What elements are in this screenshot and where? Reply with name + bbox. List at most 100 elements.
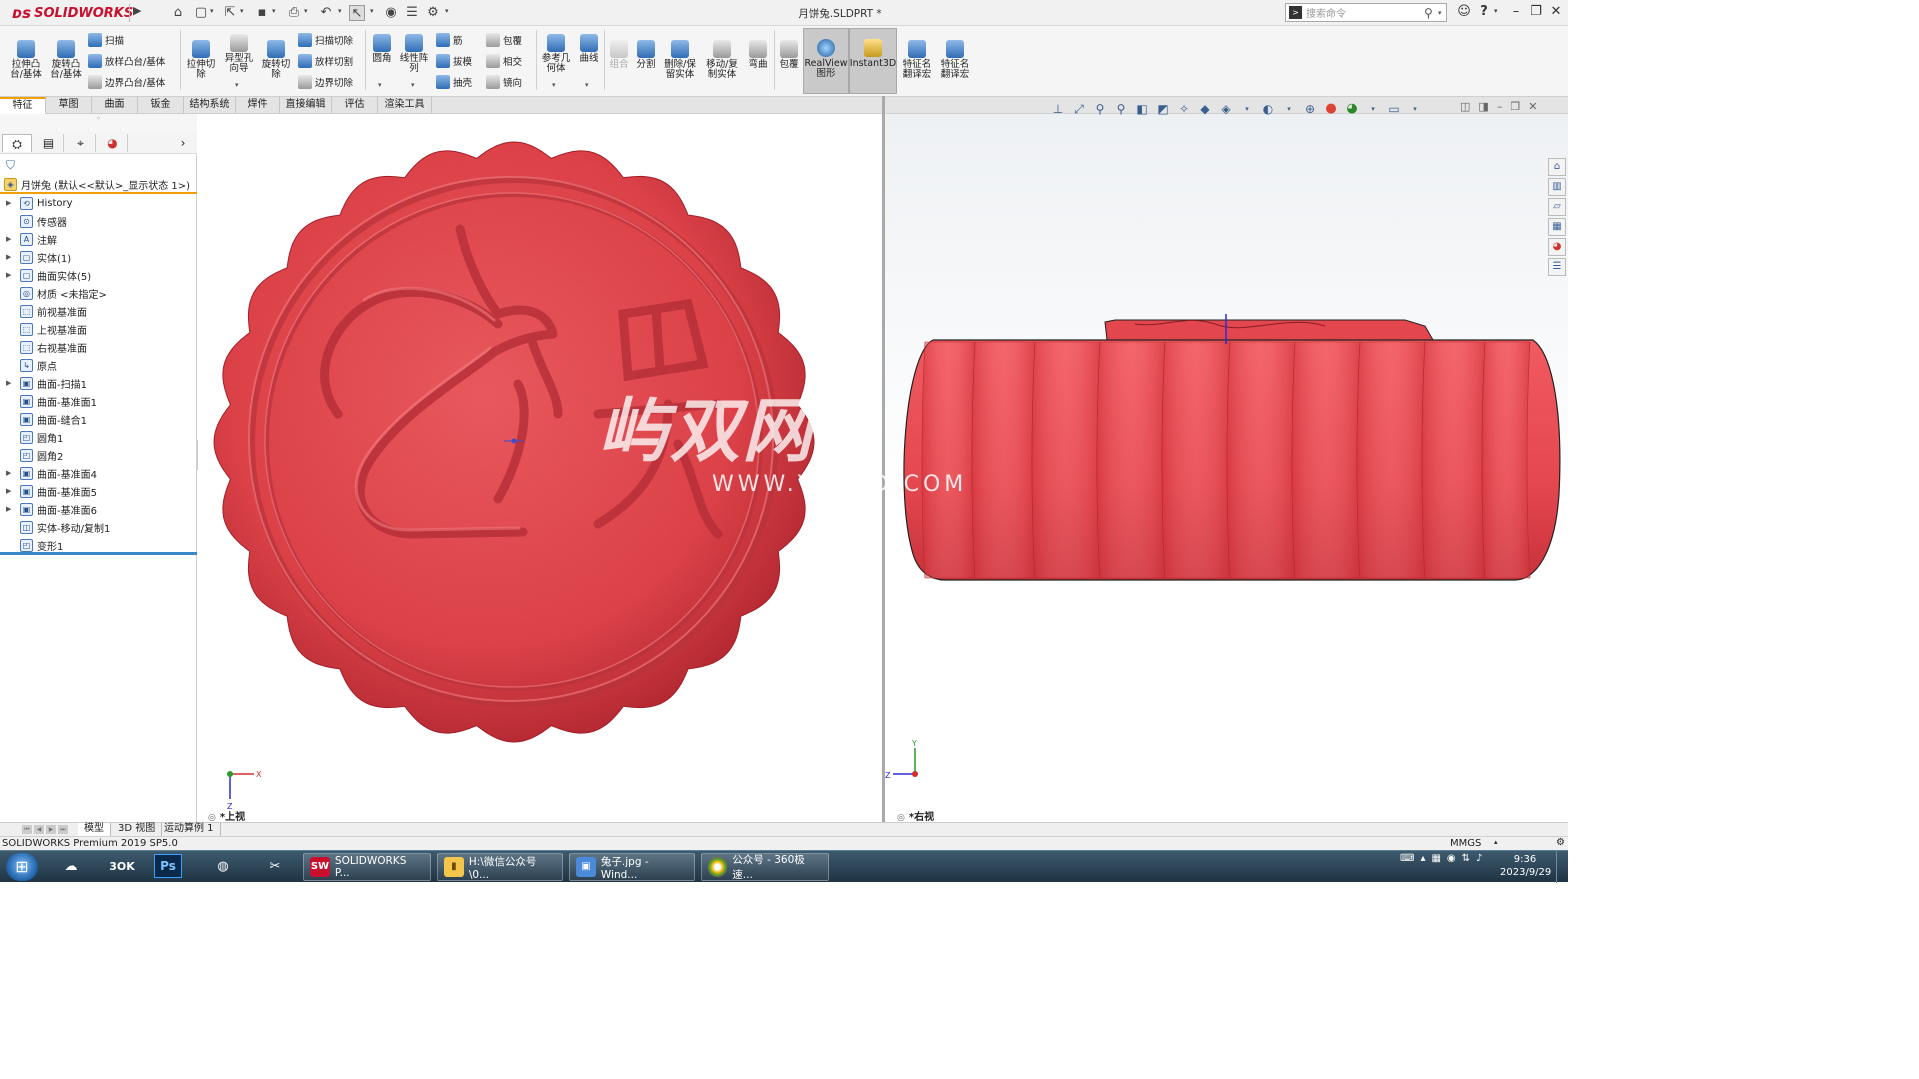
intersect-button[interactable]: 相交 <box>486 54 522 68</box>
boundary-boss-button[interactable]: 边界凸台/基体 <box>88 75 165 89</box>
task-browser[interactable]: 公众号 - 360极速... <box>701 853 829 881</box>
tree-item[interactable]: ◰ 圆角2 <box>0 446 197 464</box>
view-palette-icon[interactable]: ▦ <box>1548 218 1566 236</box>
first-tab-icon[interactable]: ⏮ <box>22 825 32 834</box>
tray-app-2-icon[interactable]: ◉ <box>1447 853 1456 864</box>
sweep-button[interactable]: 扫描 <box>88 33 124 47</box>
tree-item[interactable]: ◎ 材质 <未指定> <box>0 284 197 302</box>
display-style-icon[interactable]: ◆ <box>1197 101 1213 117</box>
pinned-snipping-tool-icon[interactable]: ✂ <box>256 854 294 880</box>
tree-item[interactable]: ▶ ▣ 曲面-基准面5 <box>0 482 197 500</box>
tree-expand-arrow-icon[interactable]: ▶ <box>6 235 14 243</box>
tree-item[interactable]: ▶ ▢ 曲面实体(5) <box>0 266 197 284</box>
split-button[interactable]: 分割 <box>633 40 659 70</box>
wrap-button[interactable]: 包覆 <box>486 33 522 47</box>
open-dropdown-icon[interactable]: ▾ <box>240 7 244 15</box>
feature-name-macro-button-2[interactable]: 特征名 翻译宏 <box>937 40 973 80</box>
realview-button[interactable]: RealView 图形 <box>803 28 849 94</box>
combine-button[interactable]: 组合 <box>606 40 632 70</box>
unit-system[interactable]: MMGS <box>1450 838 1481 849</box>
solidworks-resources-icon[interactable]: ⌂ <box>1548 158 1566 176</box>
tree-item[interactable]: ⊙ 传感器 <box>0 212 197 230</box>
save-icon[interactable]: ▪ <box>254 5 270 21</box>
start-button-icon[interactable]: ⊞ <box>6 853 38 881</box>
lofted-cut-button[interactable]: 放样切割 <box>298 54 353 68</box>
swept-cut-button[interactable]: 扫描切除 <box>298 33 353 47</box>
panel-grip-icon[interactable]: ◦ <box>0 114 197 132</box>
tab-render-tools[interactable]: 渲染工具 <box>378 97 432 114</box>
filter-icon[interactable]: ⛉ <box>6 158 15 173</box>
revolve-cut-button[interactable]: 旋转切 除 <box>259 40 293 80</box>
prev-tab-icon[interactable]: ◀ <box>34 825 44 834</box>
previous-view-icon[interactable]: ⚲ <box>1113 101 1129 117</box>
traffic-light-icon[interactable]: ◉ <box>383 5 399 21</box>
appearance-tab-icon[interactable]: ◕ <box>98 134 128 152</box>
tab-weldments[interactable]: 焊件 <box>236 97 280 114</box>
pinned-baidu-netdisk-icon[interactable]: ☁ <box>52 854 90 880</box>
draft-button[interactable]: 拔模 <box>436 54 472 68</box>
hide-show-icon[interactable]: ◈ <box>1218 101 1234 117</box>
tree-item[interactable]: ◫ 实体-移动/复制1 <box>0 518 197 536</box>
custom-properties-icon[interactable]: ☰ <box>1548 258 1566 276</box>
tab-evaluate[interactable]: 评估 <box>332 97 378 114</box>
tree-item[interactable]: ▣ 曲面-基准面1 <box>0 392 197 410</box>
menu-expand-arrow-icon[interactable]: ▶ <box>129 4 143 22</box>
options-gear-icon[interactable]: ⚙ <box>425 5 441 21</box>
panel-splitter[interactable] <box>0 552 197 555</box>
tab-structure-system[interactable]: 结构系统 <box>184 97 236 114</box>
viewport-split-icon[interactable]: ◨ <box>1478 100 1488 113</box>
select-dropdown-icon[interactable]: ▾ <box>370 7 374 15</box>
volume-icon[interactable]: ♪ <box>1476 853 1482 864</box>
tree-expand-arrow-icon[interactable]: ▶ <box>6 505 14 513</box>
mirror-button[interactable]: 镜向 <box>486 75 522 89</box>
tab-surfaces[interactable]: 曲面 <box>92 97 138 114</box>
tray-app-icon[interactable]: ▦ <box>1431 853 1440 864</box>
tree-item[interactable]: ⬚ 右视基准面 <box>0 338 197 356</box>
tree-item[interactable]: ◰ 圆角1 <box>0 428 197 446</box>
tab-3d-view[interactable]: 3D 视图 <box>112 823 163 836</box>
tab-motion-study[interactable]: 运动算例 1 <box>158 823 221 836</box>
user-account-icon[interactable]: ☺ <box>1454 3 1474 21</box>
tree-item[interactable]: ↳ 原点 <box>0 356 197 374</box>
view-settings-icon[interactable]: ✧ <box>1176 101 1192 117</box>
appearance-icon[interactable]: ● <box>1323 101 1339 117</box>
viewport-close-icon[interactable]: ✕ <box>1528 100 1537 113</box>
search-dropdown-icon[interactable]: ▾ <box>1438 9 1446 17</box>
new-dropdown-icon[interactable]: ▾ <box>210 7 214 15</box>
file-explorer-icon[interactable]: ▱ <box>1548 198 1566 216</box>
flex-button[interactable]: 弯曲 <box>745 40 771 70</box>
units-dropdown-icon[interactable]: ▴ <box>1494 838 1498 846</box>
pinned-app-icon[interactable]: 3OK <box>103 854 141 880</box>
section-view-icon[interactable]: ◧ <box>1134 101 1150 117</box>
clock[interactable]: 9:36 2023/9/29 <box>1500 853 1551 879</box>
solidworks-logo[interactable]: ᴅs SOLIDWORKS <box>12 4 133 22</box>
edit-appearance-icon[interactable]: ◐ <box>1260 101 1276 117</box>
design-library-icon[interactable]: ▥ <box>1548 178 1566 196</box>
hole-wizard-button[interactable]: 异型孔 向导 <box>222 34 256 74</box>
panel-more-arrow-icon[interactable]: › <box>172 134 194 152</box>
status-bar-tools-icon[interactable]: ⚙ <box>1556 837 1565 848</box>
print-icon[interactable]: ⎙ <box>286 5 302 21</box>
network-icon[interactable]: ⇅ <box>1462 853 1470 864</box>
viewport-restore-icon[interactable]: ❐ <box>1510 100 1520 113</box>
tree-item[interactable]: ▣ 曲面-缝合1 <box>0 410 197 428</box>
extrude-boss-button[interactable]: 拉伸凸 台/基体 <box>8 40 44 80</box>
boundary-cut-button[interactable]: 边界切除 <box>298 75 353 89</box>
shell-button[interactable]: 抽壳 <box>436 75 472 89</box>
dynamic-annotation-icon[interactable]: ◩ <box>1155 101 1171 117</box>
zoom-to-area-icon[interactable]: ⚲ <box>1092 101 1108 117</box>
hud-dropdown-icon-2[interactable]: ▾ <box>1281 101 1297 117</box>
select-pointer-icon[interactable]: ↖ <box>349 5 365 21</box>
view-orientation-icon[interactable]: ⊥ <box>1050 101 1066 117</box>
search-box[interactable]: > 搜索命令 ⚲ ▾ <box>1285 3 1447 22</box>
tree-item[interactable]: ▶ ▢ 实体(1) <box>0 248 197 266</box>
tree-item[interactable]: ▶ ⟲ History <box>0 194 197 212</box>
curves-button[interactable]: 曲线 <box>576 34 602 64</box>
tree-expand-arrow-icon[interactable]: ▶ <box>6 199 14 207</box>
tab-features[interactable]: 特征 <box>0 97 46 114</box>
next-tab-icon[interactable]: ▶ <box>46 825 56 834</box>
hud-dropdown-icon-4[interactable]: ▾ <box>1407 101 1423 117</box>
hud-dropdown-icon-3[interactable]: ▾ <box>1365 101 1381 117</box>
viewport-right-view[interactable]: Y Z ◎ *右视 <box>885 114 1568 822</box>
pinned-photoshop-icon[interactable]: Ps <box>154 854 182 878</box>
